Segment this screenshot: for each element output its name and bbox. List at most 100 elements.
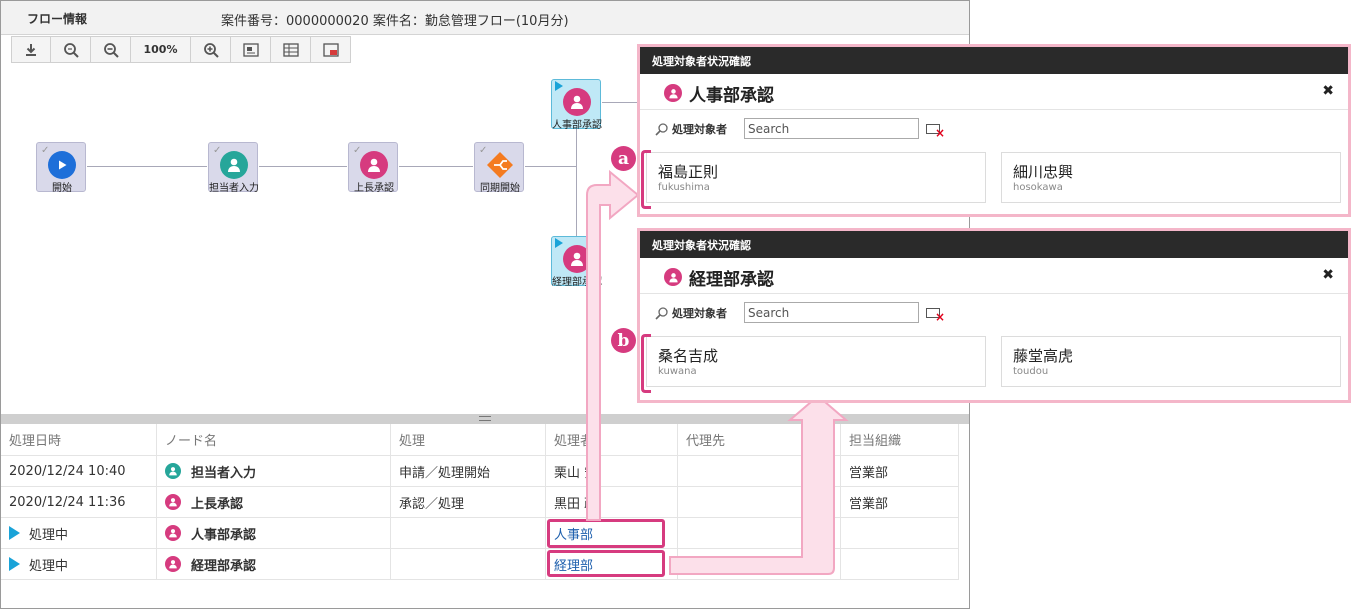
flow-node-tantou[interactable]: ✓ 担当者入力 [208,142,259,194]
in-progress-icon [9,526,20,540]
gateway-icon [486,151,514,179]
column-header: 処理者 [546,424,678,455]
status-text: 処理中 [29,527,69,543]
org-cell [841,518,959,548]
check-icon: ✓ [353,145,362,156]
flow-node-jinji[interactable]: 人事部承認 [551,79,602,131]
active-marker-icon [555,238,563,248]
clear-search-icon[interactable] [926,124,945,140]
column-header: 処理日時 [1,424,157,455]
table-icon [282,42,299,57]
play-icon [48,151,76,179]
user-name: 細川忠興 [1013,163,1074,181]
splitter-grip-icon[interactable] [479,416,491,421]
user-name: 藤堂高虎 [1013,347,1074,365]
edge [525,166,577,167]
pane-splitter[interactable] [1,414,969,424]
node-label: 同期開始 [480,183,520,194]
node-label: 経理部承認 [552,277,602,288]
user-card[interactable]: 藤堂高虎 toudou [1001,336,1341,387]
column-header: 担当組織 [841,424,959,455]
org-cell: 営業部 [841,487,959,517]
user-name: 桑名吉成 [658,347,719,365]
zoom-level[interactable]: 100% [131,36,191,63]
user-name: 福島正則 [658,163,719,181]
date-cell: 処理中 [1,518,157,548]
table-row: 処理中 人事部承認 人事部 [1,518,959,549]
node-name: 人事部承認 [191,527,257,543]
approver-icon [563,88,591,116]
date-cell: 2020/12/24 10:40 [1,456,157,486]
date-cell: 処理中 [1,549,157,579]
popup-titlebar: 人事部承認 ✖ [640,74,1348,110]
check-icon: ✓ [213,145,222,156]
user-card[interactable]: 細川忠興 hosokawa [1001,152,1341,203]
search-label: 処理対象者 [672,123,727,136]
popup-jinji: 処理対象者状況確認 人事部承認 ✖ 処理対象者 福島正則 fukushima 細… [637,44,1351,217]
node-cell: 担当者入力 [157,456,391,486]
check-icon: ✓ [41,145,50,156]
proxy-cell [678,456,841,486]
user-icon [165,463,181,479]
clear-search-icon[interactable] [926,308,945,324]
close-icon[interactable]: ✖ [1322,267,1334,283]
search-label: 処理対象者 [672,307,727,320]
user-id: hosokawa [1013,182,1063,193]
user-card[interactable]: 桑名吉成 kuwana [646,336,986,387]
close-icon[interactable]: ✖ [1322,83,1334,99]
proxy-cell [678,487,841,517]
flow-node-start[interactable]: ✓ 開始 [36,142,86,194]
table-row: 2020/12/24 11:36 上長承認 承認／処理 黒田 政 営業部 [1,487,959,518]
map-icon [242,42,259,57]
approver-icon [563,245,591,273]
org-cell: 営業部 [841,456,959,486]
highlight-jinji-link [547,519,665,548]
user-icon [220,151,248,179]
table-row: 処理中 経理部承認 経理部 [1,549,959,580]
zoom-fit-button[interactable] [51,36,91,63]
user-card[interactable]: 福島正則 fukushima [646,152,986,203]
panel-button[interactable] [311,36,351,63]
node-label: 人事部承認 [552,120,602,131]
toolbar: 100% [11,36,351,64]
node-cell: 人事部承認 [157,518,391,548]
node-cell: 上長承認 [157,487,391,517]
history-table: 処理日時 ノード名 処理 処理者 代理先 担当組織 2020/12/24 10:… [1,424,959,580]
approver-icon [664,268,682,286]
case-info: 案件番号：0000000020 案件名：勤怠管理フロー(10月分) [221,14,569,29]
user-id: fukushima [658,182,710,193]
action-cell: 承認／処理 [391,487,546,517]
flow-node-keiri[interactable]: 経理部承認 [551,236,602,288]
edge [399,166,473,167]
flow-node-douki[interactable]: ✓ 同期開始 [474,142,524,194]
highlight-keiri-link [547,550,665,577]
action-cell [391,549,546,579]
search-icon [655,307,668,320]
search-input[interactable] [744,118,919,139]
column-header: ノード名 [157,424,391,455]
download-button[interactable] [11,36,51,63]
node-name: 上長承認 [191,496,244,512]
search-row: 処理対象者 [640,110,1348,148]
zoom-in-button[interactable] [191,36,231,63]
badge-b: b [611,328,636,353]
approver-icon [165,525,181,541]
approver-icon [360,151,388,179]
search-input[interactable] [744,302,919,323]
popup-header: 処理対象者状況確認 [640,231,1348,258]
column-header: 処理 [391,424,546,455]
user-cell: 栗山 安 [546,456,678,486]
status-text: 処理中 [29,558,69,574]
edge [602,102,642,103]
proxy-cell [678,549,841,579]
bracket-a [641,150,651,209]
download-icon [26,43,36,56]
node-name: 経理部承認 [191,558,257,574]
map-button[interactable] [231,36,271,63]
table-button[interactable] [271,36,311,63]
user-cell: 黒田 政 [546,487,678,517]
zoom-out-button[interactable] [91,36,131,63]
flow-node-joucho[interactable]: ✓ 上長承認 [348,142,398,194]
table-header: 処理日時 ノード名 処理 処理者 代理先 担当組織 [1,424,959,456]
action-cell: 申請／処理開始 [391,456,546,486]
